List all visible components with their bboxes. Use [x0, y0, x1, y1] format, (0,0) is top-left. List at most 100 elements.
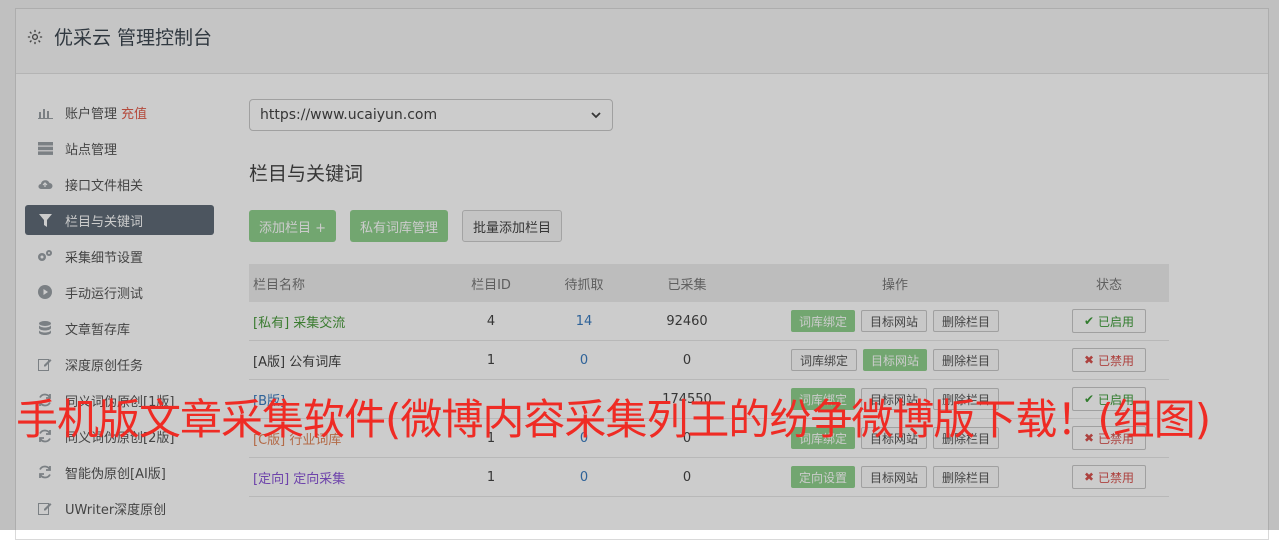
- filter-icon: [37, 212, 53, 228]
- top-bar: 优采云 管理控制台: [16, 9, 1268, 74]
- cell-ops: 词库绑定 目标网站 删除栏目: [741, 340, 1049, 380]
- header-collected: 已采集: [667, 277, 707, 293]
- sidebar-item-6[interactable]: 文章暂存库: [25, 313, 214, 343]
- section-title: 栏目与关键词: [249, 163, 364, 185]
- column-tag: [A版]: [253, 354, 286, 370]
- sidebar-item-label: 栏目与关键词: [65, 214, 144, 230]
- play-circle-icon: [37, 284, 53, 300]
- sidebar-item-label: 站点管理: [65, 142, 118, 158]
- site-select-value: https://www.ucaiyun.com: [260, 107, 438, 123]
- brand: 优采云 管理控制台: [26, 23, 212, 50]
- close-icon: ✖: [1084, 470, 1095, 484]
- bind-lexicon-button[interactable]: 定向设置: [790, 466, 855, 488]
- cell-collected: 0: [633, 457, 741, 497]
- gear-icon: [27, 29, 43, 44]
- cell-name: [定向] 定向采集: [249, 457, 447, 497]
- column-name[interactable]: 公有词库: [289, 355, 341, 370]
- overlay-headline: 手机版文章采集软件(微博内容采集列王的纷争微博版下载！(组图): [16, 395, 1211, 444]
- sidebar-item-label: UWriter深度原创: [65, 502, 167, 518]
- sidebar-item-10[interactable]: 智能伪原创[AI版]: [25, 457, 214, 487]
- bind-lexicon-button[interactable]: 词库绑定: [790, 310, 855, 332]
- column-name[interactable]: 采集交流: [293, 316, 345, 331]
- target-site-button[interactable]: 目标网站: [862, 349, 927, 371]
- cell-name: [私有] 采集交流: [249, 302, 447, 341]
- table-row: [A版] 公有词库 1 0 0 词库绑定 目标网站 删除栏目 ✖ 已禁用: [249, 340, 1169, 380]
- status-label: 已启用: [1097, 314, 1134, 329]
- cell-pending[interactable]: 0: [535, 340, 633, 380]
- cell-status: ✖ 已禁用: [1049, 457, 1169, 497]
- check-icon: ✔: [1084, 314, 1095, 328]
- bind-lexicon-button[interactable]: 词库绑定: [790, 349, 857, 371]
- header-ops: 操作: [881, 277, 908, 293]
- close-icon: ✖: [1084, 353, 1095, 367]
- column-tag: [定向]: [253, 471, 290, 487]
- server-icon: [37, 140, 53, 156]
- header-name: 栏目名称: [253, 277, 306, 293]
- columns-table: 栏目名称 栏目ID 待抓取 已采集 操作 状态 [私有] 采集交流 4 14 9246…: [249, 264, 1169, 497]
- cell-id: 1: [447, 340, 535, 380]
- table-row: [私有] 采集交流 4 14 92460 词库绑定 目标网站 删除栏目 ✔ 已启用: [249, 302, 1169, 341]
- header-pending: 待抓取: [564, 277, 604, 293]
- sidebar-item-label: 采集细节设置: [65, 250, 144, 266]
- bar-chart-icon: [37, 104, 53, 120]
- sidebar-item-label: 手动运行测试: [65, 286, 144, 302]
- sidebar-item-7[interactable]: 深度原创任务: [25, 349, 214, 379]
- status-toggle[interactable]: ✖ 已禁用: [1072, 348, 1146, 372]
- sidebar-item-0[interactable]: 账户管理 充值: [25, 97, 214, 127]
- delete-column-button[interactable]: 删除栏目: [933, 310, 1000, 332]
- recharge-link[interactable]: 充值: [121, 103, 147, 122]
- table-row: [定向] 定向采集 1 0 0 定向设置 目标网站 删除栏目 ✖ 已禁用: [249, 457, 1169, 497]
- cloud-upload-icon: [37, 176, 53, 192]
- sidebar-item-label: 智能伪原创[AI版]: [65, 466, 166, 482]
- action-buttons: 添加栏目 + 私有词库管理 批量添加栏目: [249, 210, 1189, 242]
- column-tag: [私有]: [253, 315, 290, 331]
- cell-pending[interactable]: 0: [535, 457, 633, 497]
- table-header: 栏目名称 栏目ID 待抓取 已采集 操作 状态: [249, 264, 1169, 302]
- edit-icon: [37, 500, 53, 516]
- sidebar: 账户管理 充值站点管理接口文件相关 栏目与关键词 采集细节设置 手动运行测试 文章暂存库深…: [25, 97, 214, 529]
- cell-collected: 0: [633, 340, 741, 380]
- header-status: 状态: [1095, 277, 1122, 293]
- cell-collected: 92460: [633, 302, 741, 341]
- status-label: 已禁用: [1097, 353, 1134, 368]
- site-select[interactable]: https://www.ucaiyun.com: [249, 99, 613, 131]
- edit-icon: [37, 356, 53, 372]
- batch-add-button[interactable]: 批量添加栏目: [462, 210, 563, 242]
- sidebar-item-1[interactable]: 站点管理: [25, 133, 214, 163]
- cell-id: 4: [447, 302, 535, 341]
- cell-pending[interactable]: 14: [535, 302, 633, 341]
- sidebar-item-label: 深度原创任务: [65, 358, 144, 374]
- status-toggle[interactable]: ✔ 已启用: [1072, 309, 1146, 333]
- cell-ops: 词库绑定 目标网站 删除栏目: [741, 302, 1049, 341]
- sidebar-item-label: 接口文件相关: [65, 178, 144, 194]
- database-icon: [37, 320, 53, 336]
- cell-name: [A版] 公有词库: [249, 340, 447, 380]
- header-id: 栏目ID: [471, 277, 511, 293]
- app-title: 优采云 管理控制台: [54, 27, 213, 49]
- delete-column-button[interactable]: 删除栏目: [933, 349, 1000, 371]
- column-name[interactable]: 定向采集: [293, 472, 345, 487]
- cell-status: ✔ 已启用: [1049, 302, 1169, 341]
- target-site-button[interactable]: 目标网站: [860, 466, 927, 488]
- refresh-icon: [37, 464, 53, 480]
- sidebar-item-4[interactable]: 采集细节设置: [25, 241, 214, 271]
- sidebar-item-3[interactable]: 栏目与关键词: [25, 205, 214, 235]
- screenshot-frame: 优采云 管理控制台 账户管理 充值 站点管理 接口文件相关 栏目与关键词 采集细节设置 手动…: [0, 0, 1279, 540]
- sidebar-item-11[interactable]: UWriter深度原创: [25, 493, 214, 523]
- sidebar-item-label: 账户管理: [65, 106, 118, 122]
- app-window: 优采云 管理控制台 账户管理 充值 站点管理 接口文件相关 栏目与关键词 采集细节设置 手动…: [15, 8, 1269, 540]
- cell-ops: 定向设置 目标网站 删除栏目: [741, 457, 1049, 497]
- gears-icon: [37, 248, 53, 264]
- sidebar-item-5[interactable]: 手动运行测试: [25, 277, 214, 307]
- sidebar-item-2[interactable]: 接口文件相关: [25, 169, 214, 199]
- cell-id: 1: [447, 457, 535, 497]
- target-site-button[interactable]: 目标网站: [860, 310, 927, 332]
- sidebar-item-label: 文章暂存库: [65, 322, 131, 338]
- private-lib-button[interactable]: 私有词库管理: [350, 210, 449, 242]
- status-toggle[interactable]: ✖ 已禁用: [1072, 465, 1146, 489]
- status-label: 已禁用: [1097, 470, 1134, 485]
- cell-status: ✖ 已禁用: [1049, 340, 1169, 380]
- chevron-down-icon: [591, 112, 601, 119]
- add-column-button[interactable]: 添加栏目 +: [249, 210, 337, 242]
- delete-column-button[interactable]: 删除栏目: [933, 466, 1000, 488]
